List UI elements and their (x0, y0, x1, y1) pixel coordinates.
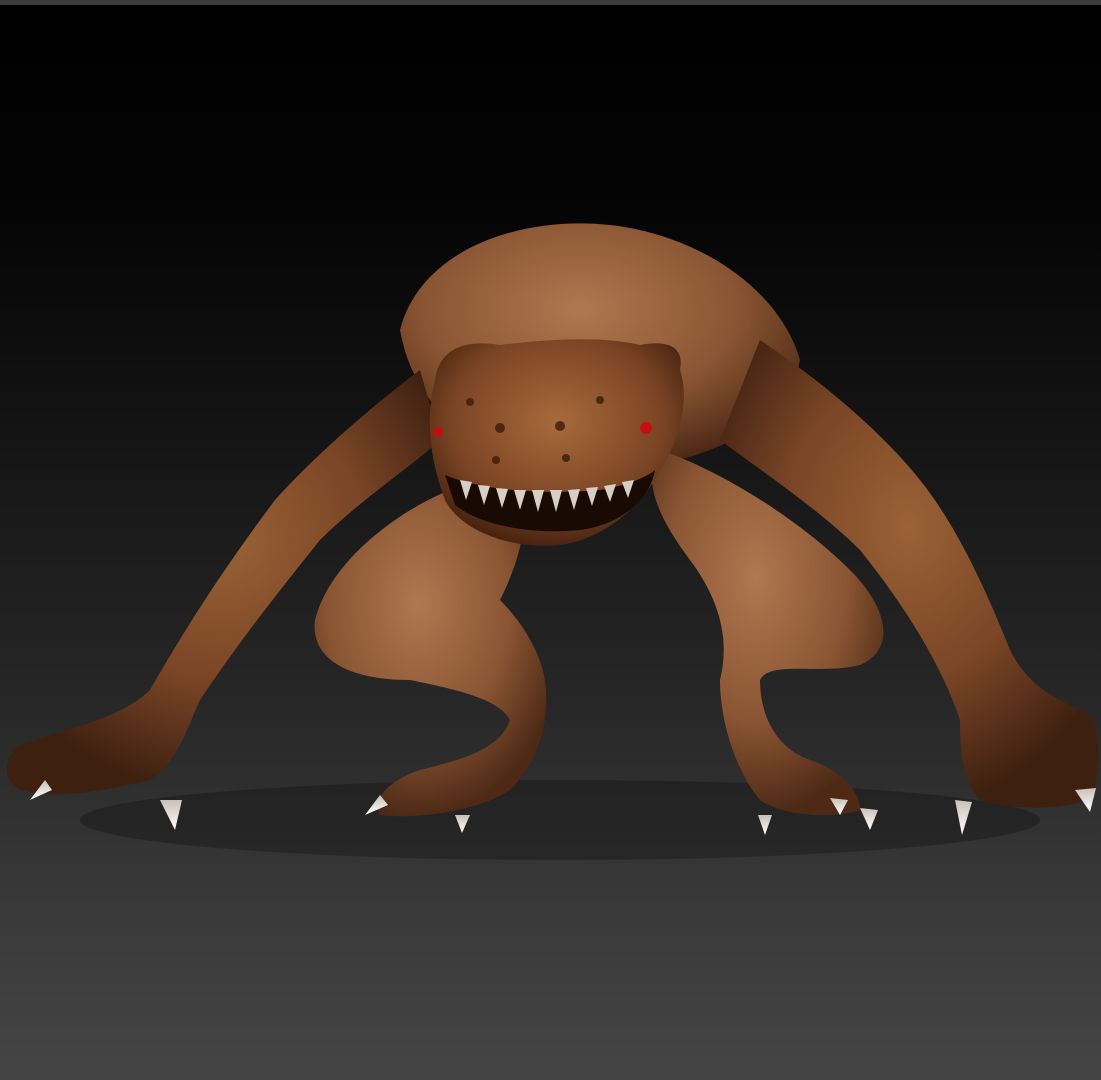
left-eye (433, 427, 443, 437)
creature-model[interactable] (0, 0, 1101, 1080)
ground-shadow (80, 780, 1040, 860)
3d-viewport[interactable] (0, 0, 1101, 1080)
right-eye (640, 422, 652, 434)
